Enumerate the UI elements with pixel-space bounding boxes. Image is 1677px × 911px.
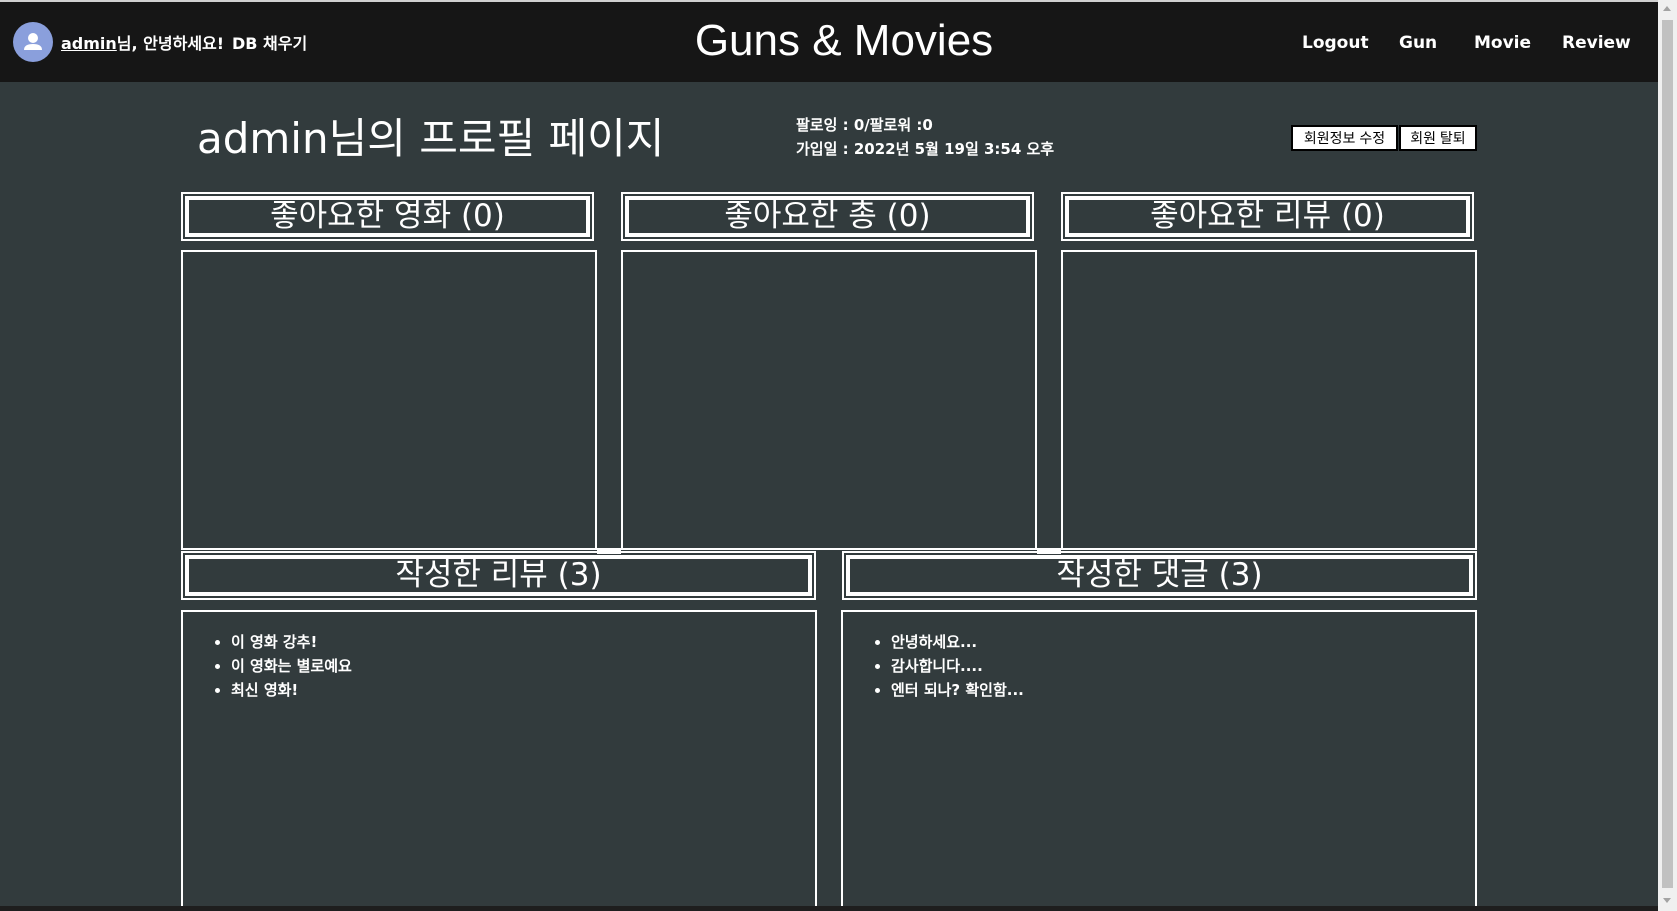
greeting: admin님, 안녕하세요! <box>61 30 224 54</box>
list-item[interactable]: 이 영화는 별로예요 <box>231 654 815 678</box>
window-bottom-border <box>0 906 1658 911</box>
list-item[interactable]: 감사합니다.... <box>891 654 1475 678</box>
my-comments-header: 작성한 댓글 (3) <box>842 551 1477 600</box>
liked-guns-panel <box>621 250 1037 550</box>
follow-info: 팔로잉 : 0/팔로워 :0 <box>796 116 933 134</box>
list-item[interactable]: 이 영화 강추! <box>231 630 815 654</box>
my-reviews-header: 작성한 리뷰 (3) <box>181 551 816 600</box>
avatar-user-icon[interactable] <box>13 22 53 62</box>
scroll-up-icon[interactable] <box>1663 6 1671 11</box>
page-title: admin님의 프로필 페이지 <box>197 114 665 163</box>
my-reviews-panel: 이 영화 강추! 이 영화는 별로예요 최신 영화! <box>181 610 817 909</box>
nav-logout[interactable]: Logout <box>1302 33 1369 53</box>
username-link[interactable]: admin <box>61 34 117 53</box>
navbar: admin님, 안녕하세요! DB 채우기 Guns & Movies Logo… <box>0 2 1658 82</box>
nav-review[interactable]: Review <box>1562 33 1631 53</box>
liked-guns-header: 좋아요한 총 (0) <box>621 192 1034 241</box>
delete-account-button[interactable]: 회원 탈퇴 <box>1399 125 1477 151</box>
nav-movie[interactable]: Movie <box>1474 33 1531 53</box>
list-item[interactable]: 안녕하세요... <box>891 630 1475 654</box>
join-date: 가입일 : 2022년 5월 19일 3:54 오후 <box>796 140 1055 158</box>
list-item[interactable]: 엔터 되나? 확인함... <box>891 678 1475 702</box>
liked-movies-panel <box>181 250 597 550</box>
list-item[interactable]: 최신 영화! <box>231 678 815 702</box>
vertical-scrollbar[interactable] <box>1658 0 1677 911</box>
divider <box>597 548 621 554</box>
db-fill-link[interactable]: DB 채우기 <box>232 30 307 54</box>
liked-movies-header: 좋아요한 영화 (0) <box>181 192 594 241</box>
greeting-suffix: 님, 안녕하세요! <box>116 34 225 53</box>
divider <box>1037 548 1061 554</box>
scrollbar-thumb[interactable] <box>1662 20 1673 888</box>
nav-gun[interactable]: Gun <box>1399 33 1437 53</box>
edit-profile-button[interactable]: 회원정보 수정 <box>1291 125 1398 151</box>
scroll-down-icon[interactable] <box>1663 898 1671 903</box>
liked-reviews-header: 좋아요한 리뷰 (0) <box>1061 192 1474 241</box>
my-reviews-list: 이 영화 강추! 이 영화는 별로예요 최신 영화! <box>183 630 815 702</box>
my-comments-list: 안녕하세요... 감사합니다.... 엔터 되나? 확인함... <box>843 630 1475 702</box>
my-comments-panel: 안녕하세요... 감사합니다.... 엔터 되나? 확인함... <box>841 610 1477 909</box>
liked-reviews-panel <box>1061 250 1477 550</box>
brand-title[interactable]: Guns & Movies <box>695 16 993 66</box>
